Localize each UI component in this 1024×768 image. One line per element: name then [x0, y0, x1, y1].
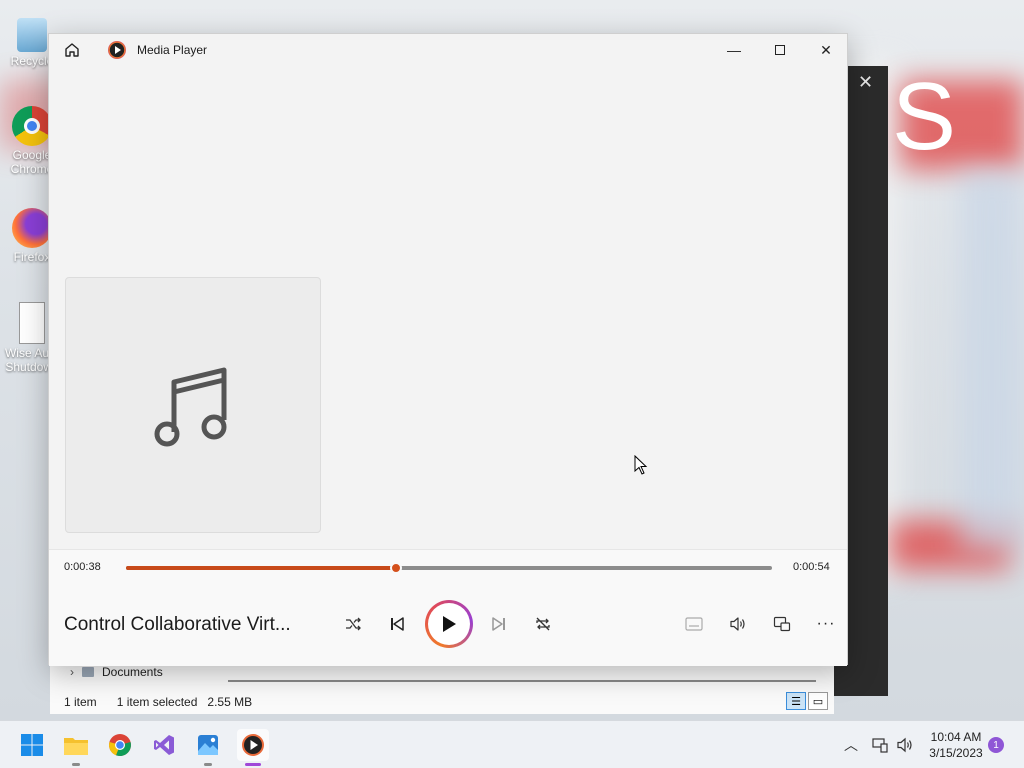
- notification-badge[interactable]: 1: [988, 737, 1004, 753]
- folder-icon: [82, 667, 94, 677]
- details-view-icon[interactable]: ☰: [786, 692, 806, 710]
- skip-previous-icon: [391, 617, 404, 631]
- total-duration: 0:00:54: [793, 561, 830, 573]
- seek-progress: [126, 566, 397, 570]
- firefox-icon: [12, 208, 52, 248]
- mini-player-button[interactable]: [768, 610, 796, 638]
- status-bar: 1 item 1 item selected 2.55 MB: [64, 695, 252, 709]
- shuffle-icon: [346, 617, 361, 631]
- media-player-icon: [242, 734, 264, 756]
- nav-tree-label: Documents: [102, 665, 163, 679]
- home-icon[interactable]: [63, 41, 81, 59]
- background-large-letter: S: [892, 63, 957, 170]
- visual-studio-icon: [154, 735, 174, 755]
- selection-size: 2.55 MB: [207, 695, 253, 709]
- mini-player-icon: [773, 616, 791, 632]
- file-explorer-window: › Documents 1 item 1 item selected 2.55 …: [50, 664, 834, 714]
- repeat-button[interactable]: [529, 610, 557, 638]
- chrome-icon: [109, 734, 131, 757]
- taskbar-file-explorer[interactable]: [60, 729, 92, 766]
- taskbar-chrome[interactable]: [104, 729, 136, 761]
- horizontal-scrollbar[interactable]: [228, 680, 816, 682]
- skip-next-icon: [492, 617, 505, 631]
- chrome-icon: [12, 106, 52, 146]
- maximize-button[interactable]: [757, 34, 803, 66]
- album-art: [65, 277, 321, 533]
- running-indicator: [72, 763, 80, 766]
- start-icon: [21, 734, 43, 756]
- taskbar-media-player[interactable]: [237, 729, 269, 766]
- chevron-right-icon[interactable]: ›: [70, 665, 74, 679]
- music-note-icon: [154, 367, 227, 447]
- selection-info: 1 item selected: [116, 695, 198, 709]
- title-bar: Media Player — ✕: [49, 34, 847, 66]
- nav-tree-item-documents[interactable]: › Documents: [70, 665, 163, 679]
- show-hidden-icons-chevron-icon[interactable]: ︿: [844, 735, 858, 755]
- more-options-icon: ···: [816, 615, 836, 632]
- desktop-icon-label: Recycle: [10, 54, 54, 68]
- volume-icon[interactable]: [896, 737, 914, 753]
- previous-button[interactable]: [383, 610, 411, 638]
- recycle-bin-icon: [17, 18, 47, 52]
- desktop-icon-label: Google Chrome: [10, 148, 54, 176]
- next-button[interactable]: [485, 610, 513, 638]
- seek-thumb[interactable]: [390, 562, 403, 574]
- play-button[interactable]: [425, 600, 473, 648]
- volume-icon: [730, 617, 745, 631]
- clock-date: 3/15/2023: [929, 746, 983, 760]
- media-player-window: Media Player — ✕ 0:00:38 0:00:54 Control…: [48, 33, 848, 666]
- elapsed-time: 0:00:38: [64, 561, 101, 573]
- view-switcher: ☰ ▭: [786, 692, 828, 710]
- taskbar-photos[interactable]: [192, 729, 224, 766]
- track-title: Control Collaborative Virt...: [64, 614, 291, 635]
- captions-icon: [685, 617, 703, 631]
- desktop-icon-label: Firefox: [13, 250, 51, 264]
- volume-button[interactable]: [724, 610, 752, 638]
- system-clock[interactable]: 10:04 AM 3/15/2023: [920, 729, 992, 761]
- document-icon: [19, 302, 45, 344]
- playback-controls: 0:00:38 0:00:54 Control Collaborative Vi…: [49, 549, 847, 666]
- close-icon: ✕: [820, 41, 832, 58]
- item-count: 1 item: [64, 695, 97, 709]
- file-explorer-icon: [64, 738, 88, 755]
- start-button[interactable]: [16, 729, 48, 761]
- taskbar-visual-studio[interactable]: [148, 729, 180, 761]
- photos-icon: [198, 735, 218, 755]
- mouse-cursor-icon: [634, 455, 648, 475]
- shuffle-button[interactable]: [339, 610, 367, 638]
- window-title: Media Player: [137, 43, 208, 57]
- maximize-icon: [775, 45, 785, 55]
- close-button[interactable]: ✕: [803, 34, 849, 66]
- large-icons-view-icon[interactable]: ▭: [808, 692, 828, 710]
- media-player-app-icon: [108, 41, 126, 59]
- clock-time: 10:04 AM: [930, 730, 982, 744]
- play-icon: [443, 616, 456, 632]
- network-icon[interactable]: [872, 737, 888, 753]
- seek-bar[interactable]: [126, 562, 772, 574]
- repeat-off-icon: [536, 617, 550, 631]
- running-indicator: [204, 763, 212, 766]
- minimize-button[interactable]: —: [711, 34, 757, 66]
- taskbar: ︿ 10:04 AM 3/15/2023 1: [0, 720, 1024, 768]
- close-icon[interactable]: ✕: [858, 72, 873, 93]
- more-options-button[interactable]: ···: [812, 610, 840, 638]
- minimize-icon: —: [727, 42, 741, 58]
- captions-button[interactable]: [680, 610, 708, 638]
- active-indicator: [245, 763, 261, 766]
